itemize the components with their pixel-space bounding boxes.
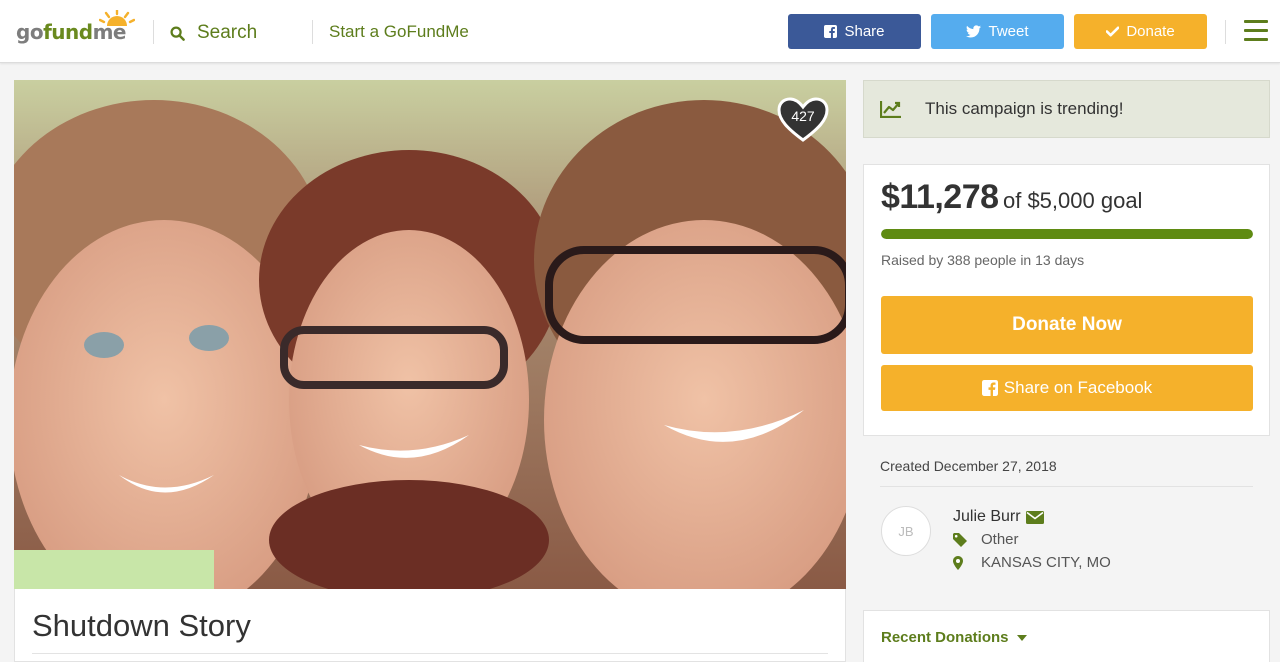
progress-bar (881, 229, 1253, 239)
divider (32, 653, 828, 654)
title-card: Shutdown Story (14, 589, 846, 662)
tweet-label: Tweet (988, 23, 1029, 40)
trending-text: This campaign is trending! (925, 99, 1124, 118)
goal-text: of $5,000 goal (1002, 188, 1143, 213)
gofundme-logo[interactable]: gofundme (16, 10, 135, 50)
category-label[interactable]: Other (981, 531, 1019, 548)
organizer-name-link[interactable]: Julie Burr (953, 508, 1044, 526)
location-row: KANSAS CITY, MO (953, 554, 1111, 571)
heart-count: 427 (791, 108, 815, 124)
raised-by-text: Raised by 388 people in 13 days (881, 252, 1085, 268)
tweet-button[interactable]: Tweet (931, 14, 1064, 49)
divider (312, 20, 313, 44)
envelope-icon[interactable] (1025, 510, 1044, 524)
raised-summary: $11,278 of $5,000 goal (881, 178, 1142, 217)
recent-donations-panel: Recent Donations (863, 610, 1270, 662)
raised-amount: $11,278 (881, 178, 999, 216)
logo-wordmark: gofundme (16, 20, 126, 44)
trending-banner: This campaign is trending! (863, 80, 1270, 138)
created-date: Created December 27, 2018 (880, 458, 1057, 474)
recent-donations-toggle[interactable]: Recent Donations (881, 629, 1027, 646)
twitter-icon (966, 25, 982, 38)
tag-icon (953, 532, 967, 547)
map-marker-icon (953, 555, 963, 570)
caret-down-icon (1016, 634, 1027, 641)
donation-card: $11,278 of $5,000 goal Raised by 388 peo… (863, 164, 1270, 436)
share-on-facebook-button[interactable]: Share on Facebook (881, 365, 1253, 411)
search-label: Search (197, 22, 258, 43)
campaign-photo (14, 80, 846, 589)
facebook-icon (824, 25, 838, 38)
category-row: Other (953, 531, 1019, 548)
donate-button[interactable]: Donate (1074, 14, 1207, 49)
campaign-title: Shutdown Story (32, 608, 251, 643)
organizer-avatar: JB (881, 506, 931, 556)
facebook-icon (981, 380, 998, 396)
start-gofundme-link[interactable]: Start a GoFundMe (329, 22, 469, 42)
share-label: Share (844, 23, 885, 40)
divider (153, 20, 154, 44)
donate-now-button[interactable]: Donate Now (881, 296, 1253, 354)
recent-donations-label: Recent Donations (881, 629, 1009, 646)
top-header: gofundme Search Start a GoFundMe Share T… (0, 0, 1280, 63)
divider (880, 486, 1253, 487)
organizer-name: Julie Burr (953, 508, 1021, 525)
trending-chart-icon (880, 101, 901, 118)
search-button[interactable]: Search (170, 18, 257, 48)
progress-fill (881, 229, 1253, 239)
search-icon (170, 25, 185, 41)
share-button[interactable]: Share (788, 14, 921, 49)
location-label: KANSAS CITY, MO (981, 554, 1111, 571)
share-on-facebook-label: Share on Facebook (1003, 378, 1153, 397)
hamburger-menu-icon[interactable] (1244, 20, 1268, 42)
check-icon (1106, 26, 1120, 37)
divider (1225, 20, 1226, 44)
donate-label: Donate (1126, 23, 1175, 40)
